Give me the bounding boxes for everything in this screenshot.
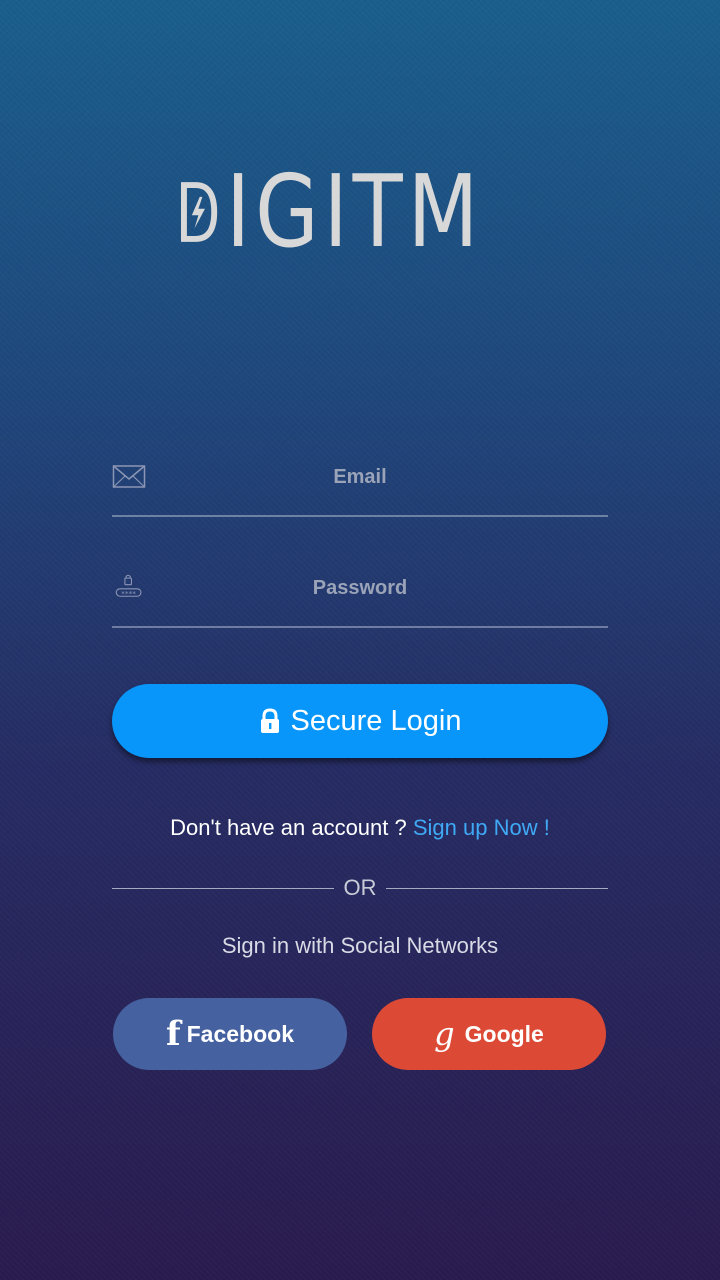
password-input[interactable]: Password	[112, 574, 608, 602]
signup-prompt-row: Don't have an account ? Sign up Now !	[0, 812, 720, 844]
logo-d-lightning-icon	[180, 182, 218, 242]
secure-login-button[interactable]: Secure Login	[112, 684, 608, 758]
email-input[interactable]: Email	[112, 463, 608, 491]
facebook-icon: f	[165, 1014, 181, 1054]
social-caption: Sign in with Social Networks	[221, 933, 499, 958]
facebook-label: Facebook	[186, 1020, 294, 1047]
divider-line-right	[386, 888, 608, 889]
signup-prompt-text: Don't have an account ?	[170, 815, 413, 840]
logo-text: IGITM	[226, 153, 484, 270]
password-field[interactable]: **** Password	[112, 566, 608, 628]
app-logo: IGITM	[180, 160, 540, 264]
google-label: Google	[464, 1020, 544, 1047]
padlock-icon	[260, 708, 279, 733]
facebook-login-button[interactable]: f Facebook	[113, 998, 347, 1070]
email-field[interactable]: Email	[112, 455, 608, 517]
signup-link[interactable]: Sign up Now !	[413, 815, 550, 840]
secure-login-label: Secure Login	[290, 704, 462, 737]
google-login-button[interactable]: g Google	[372, 998, 606, 1070]
or-divider: OR	[112, 872, 608, 904]
google-icon: g	[434, 1015, 455, 1053]
